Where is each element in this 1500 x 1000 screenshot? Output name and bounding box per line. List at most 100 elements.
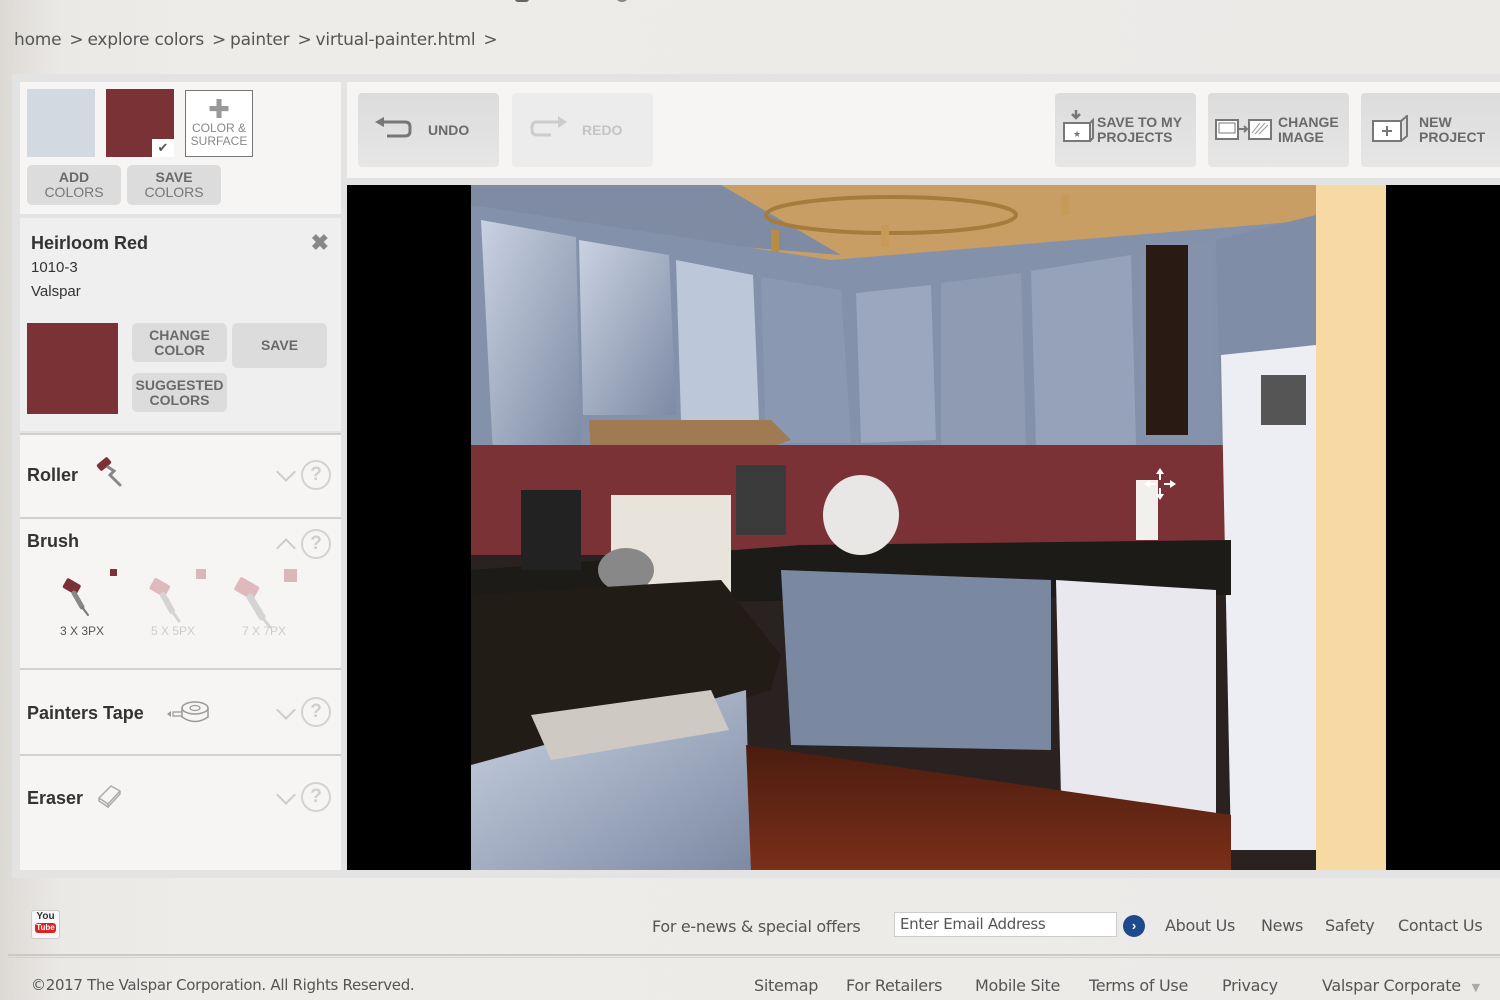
new-project-label: PROJECT — [1419, 129, 1486, 145]
tool-brush[interactable]: Brush ? 3 X 3PX 5 X 5PX 7 X 7PX — [20, 517, 341, 668]
tape-icon — [167, 701, 209, 723]
move-cursor-icon — [1144, 468, 1176, 500]
eraser-icon — [98, 785, 121, 808]
help-icon[interactable]: ? — [301, 460, 331, 490]
breadcrumb-separator: > — [69, 30, 84, 50]
footer-link-terms-of-use[interactable]: Terms of Use — [1089, 976, 1188, 995]
tool-brush-label: Brush — [27, 531, 80, 551]
footer-link-about-us[interactable]: About Us — [1165, 916, 1235, 935]
brush-size-label: 3 X 3PX — [59, 624, 105, 638]
kitchen-scene-image — [471, 185, 1386, 870]
color-name: Heirloom Red — [31, 233, 149, 253]
email-submit-button[interactable]: › — [1123, 915, 1145, 937]
plus-icon: ✚ — [208, 94, 230, 124]
color-palette: ✔ ✚ COLOR & SURFACE ADD COLORS SAVE COLO… — [20, 82, 341, 214]
breadcrumb-separator: > — [483, 30, 498, 50]
help-icon[interactable]: ? — [301, 697, 331, 727]
add-color-surface-button[interactable]: ✚ COLOR & SURFACE — [185, 90, 253, 157]
breadcrumb: home > explore colors > painter > virtual-pain… — [14, 30, 501, 50]
page-title-fragment — [615, 0, 629, 2]
kitchen-photo[interactable] — [471, 185, 1386, 870]
brush-icon — [149, 578, 181, 623]
breadcrumb-explore-colors[interactable]: explore colors — [87, 30, 204, 50]
change-color-button[interactable]: CHANGE COLOR — [132, 323, 227, 362]
valspar-corporate-dropdown[interactable]: Valspar Corporate ▼ — [1322, 976, 1480, 995]
change-color-label: COLOR — [154, 342, 205, 358]
chevron-down-icon[interactable] — [276, 462, 296, 482]
dropdown-arrow-icon: ▼ — [1471, 981, 1480, 994]
brush-size-indicator — [284, 569, 297, 582]
breadcrumb-separator: > — [297, 30, 312, 50]
chevron-down-icon[interactable] — [276, 700, 296, 720]
change-image-button[interactable]: CHANGE IMAGE — [1208, 93, 1349, 167]
tool-roller[interactable]: Roller ? — [20, 433, 341, 517]
painting-canvas[interactable] — [347, 185, 1500, 870]
save-project-label: PROJECTS — [1097, 129, 1173, 145]
roller-icon — [96, 457, 122, 487]
brush-size-indicator — [110, 569, 117, 576]
change-image-label: CHANGE — [1278, 114, 1339, 130]
email-input[interactable]: Enter Email Address — [894, 912, 1117, 937]
footer-divider — [8, 954, 1500, 958]
chevron-up-icon[interactable] — [276, 538, 296, 558]
youtube-logo-text: You — [36, 911, 55, 922]
redo-icon — [530, 116, 567, 137]
new-project-button[interactable]: NEW PROJECT — [1361, 93, 1500, 167]
palette-swatch-heirloom-red[interactable]: ✔ — [106, 89, 174, 157]
suggested-colors-button[interactable]: SUGGESTED COLORS — [132, 373, 227, 412]
redo-button[interactable]: REDO — [512, 93, 653, 167]
footer-link-contact-us[interactable]: Contact Us — [1398, 916, 1483, 935]
footer-link-safety[interactable]: Safety — [1325, 916, 1375, 935]
new-project-label: NEW — [1419, 114, 1452, 130]
tool-tape-label: Painters Tape — [27, 703, 144, 723]
breadcrumb-virtual-painter[interactable]: virtual-painter.html — [316, 30, 476, 50]
chevron-down-icon[interactable] — [276, 785, 296, 805]
help-icon[interactable]: ? — [301, 782, 331, 812]
brush-size-3px[interactable]: 3 X 3PX — [42, 569, 122, 659]
save-color-button[interactable]: SAVE — [232, 323, 327, 368]
tool-roller-label: Roller — [27, 465, 79, 485]
editor-toolbar: UNDO REDO ★ SAVE TO MY PROJECTS CHANGE I… — [347, 82, 1500, 178]
copyright: ©2017 The Valspar Corporation. All Right… — [31, 976, 415, 994]
save-to-my-projects-button[interactable]: ★ SAVE TO MY PROJECTS — [1055, 93, 1196, 167]
footer-link-sitemap[interactable]: Sitemap — [754, 976, 818, 995]
svg-text:★: ★ — [1073, 129, 1081, 139]
brush-icon — [234, 577, 272, 629]
brush-size-7px[interactable]: 7 X 7PX — [224, 569, 304, 659]
undo-button[interactable]: UNDO — [358, 93, 499, 167]
youtube-icon[interactable]: You Tube — [31, 910, 60, 939]
change-image-label: IMAGE — [1278, 129, 1324, 145]
save-colors-button[interactable]: SAVE COLORS — [127, 165, 221, 205]
tool-eraser-label: Eraser — [27, 788, 84, 808]
save-project-label: SAVE TO MY — [1097, 114, 1183, 130]
breadcrumb-painter[interactable]: painter — [230, 30, 290, 50]
suggested-colors-label: COLORS — [149, 392, 210, 408]
redo-label: REDO — [582, 122, 623, 138]
save-colors-label: SAVE — [155, 169, 193, 185]
tool-eraser[interactable]: Eraser ? — [20, 754, 341, 870]
breadcrumb-home[interactable]: home — [14, 30, 62, 50]
add-colors-button[interactable]: ADD COLORS — [27, 165, 121, 205]
brush-size-indicator — [196, 569, 206, 579]
new-project-icon — [1372, 115, 1408, 142]
page-title-fragment — [515, 0, 529, 2]
add-surface-label: SURFACE — [190, 134, 248, 148]
tool-painters-tape[interactable]: Painters Tape ? — [20, 668, 341, 754]
brush-size-5px[interactable]: 5 X 5PX — [133, 569, 213, 659]
brush-size-label: 5 X 5PX — [150, 624, 196, 638]
footer-link-for-retailers[interactable]: For Retailers — [846, 976, 942, 995]
footer-link-privacy[interactable]: Privacy — [1222, 976, 1278, 995]
help-icon[interactable]: ? — [301, 529, 331, 559]
tools-panel: ✔ ✚ COLOR & SURFACE ADD COLORS SAVE COLO… — [20, 82, 341, 870]
newsletter-label: For e-news & special offers — [652, 917, 861, 936]
save-colors-label: COLORS — [144, 184, 204, 200]
footer-link-news[interactable]: News — [1261, 916, 1303, 935]
close-icon[interactable]: ✖ — [311, 230, 329, 256]
footer-link-mobile-site[interactable]: Mobile Site — [975, 976, 1060, 995]
color-brand: Valspar — [31, 283, 81, 300]
undo-label: UNDO — [428, 122, 470, 138]
palette-swatch-light[interactable] — [27, 89, 95, 157]
suggested-colors-label: SUGGESTED — [135, 377, 224, 393]
selected-color-card: Heirloom Red 1010-3 Valspar ✖ CHANGE COL… — [20, 218, 341, 431]
change-color-label: CHANGE — [149, 327, 210, 343]
